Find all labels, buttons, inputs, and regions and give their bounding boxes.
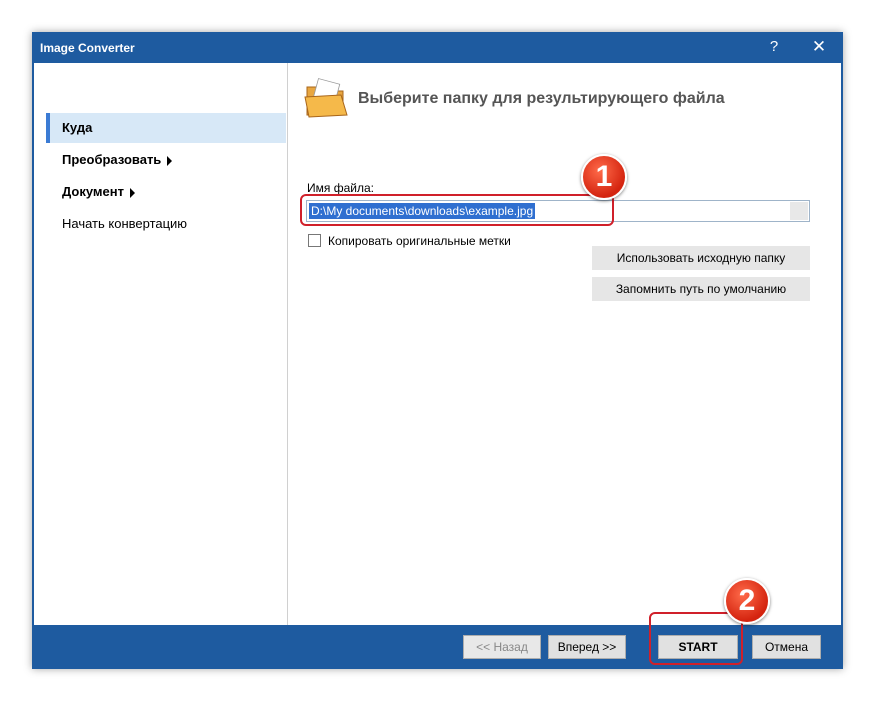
- close-button[interactable]: ✕: [804, 35, 834, 59]
- remember-default-path-button[interactable]: Запомнить путь по умолчанию: [592, 277, 810, 301]
- sidebar-item-document[interactable]: Документ: [46, 177, 286, 207]
- sidebar: Куда Преобразовать Документ Начать конве…: [34, 63, 287, 625]
- page-title: Выберите папку для результирующего файла: [358, 90, 725, 107]
- folder-icon: [304, 78, 348, 118]
- next-button[interactable]: Вперед >>: [548, 635, 626, 659]
- annotation-highlight-filename: [300, 194, 614, 226]
- chevron-right-icon: [167, 155, 173, 166]
- browse-button[interactable]: [790, 202, 808, 220]
- copy-tags-label: Копировать оригинальные метки: [328, 234, 511, 248]
- cancel-button[interactable]: Отмена: [752, 635, 821, 659]
- sidebar-item-destination[interactable]: Куда: [46, 113, 286, 143]
- sidebar-item-start-conversion[interactable]: Начать конвертацию: [46, 209, 286, 239]
- use-source-folder-button[interactable]: Использовать исходную папку: [592, 246, 810, 270]
- sidebar-item-transform[interactable]: Преобразовать: [46, 145, 286, 175]
- back-button[interactable]: << Назад: [463, 635, 541, 659]
- title-bar[interactable]: Image Converter ? ✕: [32, 32, 843, 63]
- window-title: Image Converter: [40, 41, 135, 55]
- main-panel: Выберите папку для результирующего файла…: [287, 63, 841, 625]
- sidebar-item-label: Начать конвертацию: [62, 216, 188, 231]
- sidebar-item-label: Документ: [62, 184, 124, 199]
- copy-tags-checkbox[interactable]: [308, 234, 321, 247]
- annotation-badge-1: 1: [581, 154, 627, 200]
- help-button[interactable]: ?: [759, 35, 789, 59]
- sidebar-item-label: Куда: [62, 120, 93, 135]
- annotation-badge-2: 2: [724, 578, 770, 624]
- filename-label: Имя файла:: [307, 181, 374, 195]
- image-converter-window: Image Converter ? ✕ Куда Преобразовать Д…: [32, 32, 843, 669]
- chevron-right-icon: [130, 187, 135, 198]
- sidebar-item-label: Преобразовать: [62, 152, 162, 167]
- annotation-highlight-start: [649, 612, 743, 665]
